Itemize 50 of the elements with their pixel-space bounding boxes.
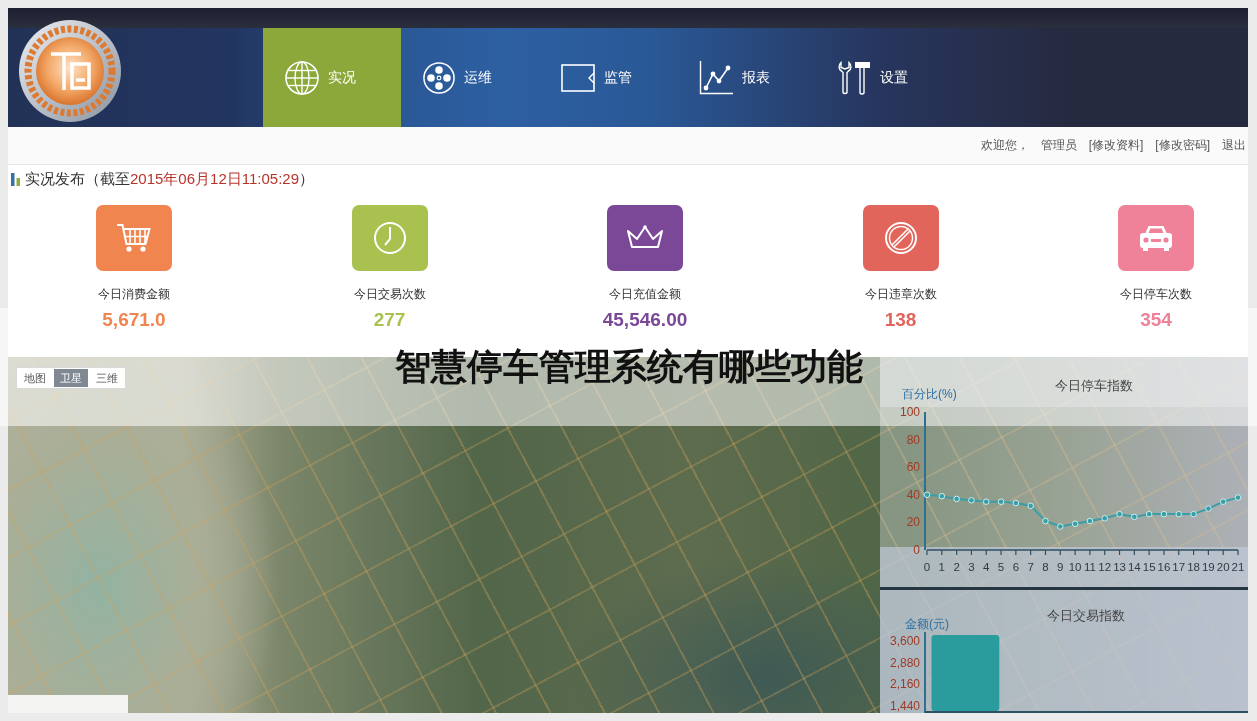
stat-label: 今日停车次数 (1120, 287, 1192, 301)
stat-value: 5,671.0 (102, 310, 166, 330)
tick-label: 1 (938, 561, 945, 573)
tick-label: 13 (1113, 561, 1126, 573)
tick-label: 100 (899, 405, 920, 419)
tick-label: 15 (1142, 561, 1156, 573)
tick-label: 12 (1098, 561, 1112, 573)
stat-label: 今日消费金额 (98, 287, 170, 301)
tick-label: 17 (1172, 561, 1186, 573)
tick-label: 10 (1068, 561, 1082, 573)
tick-label: 18 (1187, 561, 1200, 573)
user-name: 管理员 (1040, 137, 1077, 154)
stat-label: 今日充值金额 (609, 287, 681, 301)
chart-title: 今日停车指数 (1055, 377, 1133, 393)
section-title: 实况发布（截至2015年06月12日11:05:29） (25, 169, 314, 189)
tick-label: 3 (968, 561, 975, 573)
tick-label: 40 (906, 487, 920, 502)
stat-label: 今日交易次数 (353, 287, 426, 301)
tick-label: 8 (1042, 561, 1049, 573)
tick-label: 2,160 (889, 677, 920, 692)
axis-label: 金额(元) (905, 617, 949, 631)
banner-title: 智慧停车管理系统有哪些功能 (394, 344, 863, 389)
tick-label: 19 (1202, 561, 1215, 573)
tick-label: 9 (1057, 561, 1064, 573)
tick-label: 11 (1083, 561, 1096, 573)
tick-label: 14 (1127, 561, 1141, 573)
tick-label: 16 (1157, 561, 1171, 573)
axis-label: 百分比(%) (902, 387, 957, 401)
tick-label: 80 (906, 432, 920, 447)
tick-label: 2 (953, 561, 960, 573)
tick-label: 21 (1231, 561, 1245, 573)
tick-label: 7 (1027, 561, 1034, 573)
stat-value: 45,546.00 (602, 310, 688, 330)
stat-value: 138 (884, 310, 917, 330)
tick-label: 0 (923, 561, 931, 573)
tick-label: 5 (997, 561, 1005, 573)
tick-label: 1,440 (889, 698, 920, 713)
welcome-text: 欢迎您， (980, 137, 1029, 154)
tick-label: 3,600 (889, 634, 920, 648)
tick-label: 20 (906, 515, 920, 530)
chart-title: 今日交易指数 (1047, 607, 1125, 623)
stat-label: 今日违章次数 (864, 287, 937, 301)
tick-label: 20 (1216, 561, 1230, 573)
tick-label: 0 (913, 543, 920, 557)
tick-label: 2,880 (889, 655, 920, 670)
tick-label: 60 (906, 460, 920, 475)
stat-value: 277 (373, 310, 406, 330)
stat-value: 354 (1140, 310, 1172, 330)
tick-label: 4 (983, 561, 990, 573)
tick-label: 6 (1012, 561, 1020, 573)
